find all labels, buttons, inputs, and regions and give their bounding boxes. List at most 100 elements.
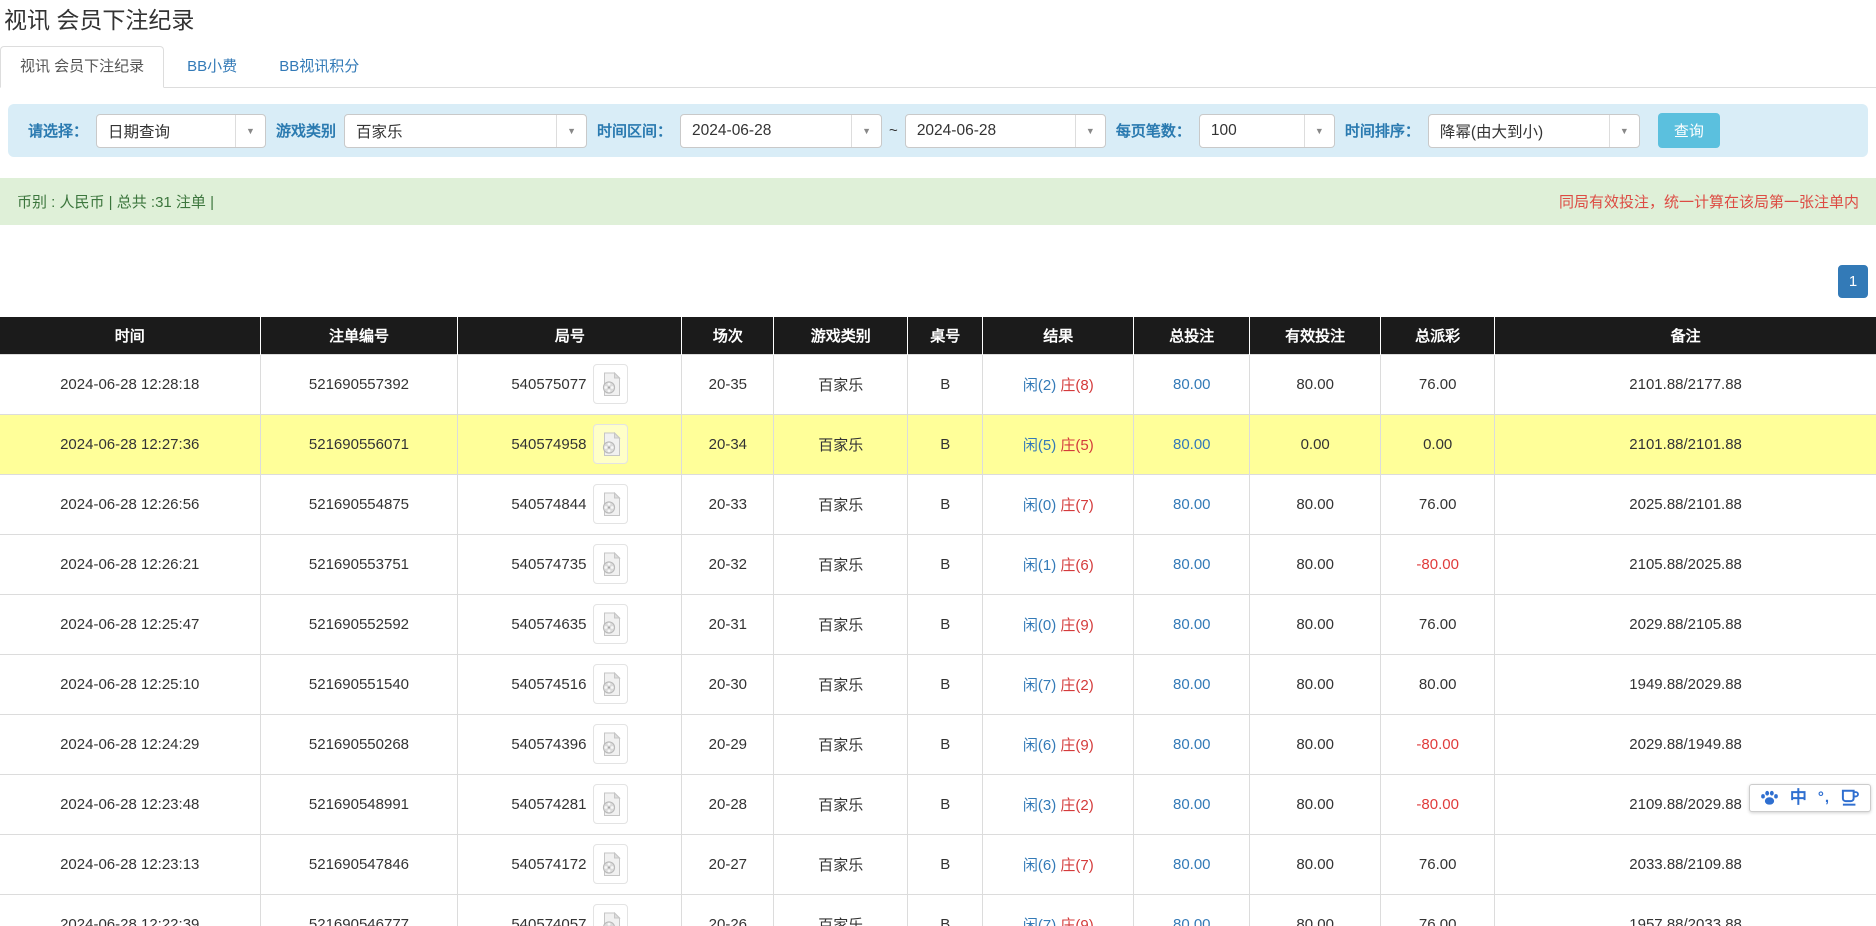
video-replay-button[interactable] bbox=[593, 544, 628, 584]
video-replay-button[interactable] bbox=[593, 604, 628, 644]
round-id-cell: 540574844 bbox=[458, 474, 682, 534]
total-bet-cell: 80.00 bbox=[1134, 894, 1250, 926]
result-banker-value: 庄(7) bbox=[1060, 497, 1093, 514]
table-body: 2024-06-28 12:28:18 521690557392 5405750… bbox=[0, 354, 1876, 926]
total-bet-cell: 80.00 bbox=[1134, 414, 1250, 474]
video-replay-button[interactable] bbox=[593, 904, 628, 926]
remark-value: 2105.88/2025.88 bbox=[1629, 556, 1742, 573]
result-player-value: 闲(3) bbox=[1023, 797, 1056, 814]
session-cell: 20-34 bbox=[682, 414, 774, 474]
copy-cup-icon[interactable] bbox=[1841, 789, 1860, 806]
total-bet-link[interactable]: 80.00 bbox=[1173, 376, 1211, 393]
video-replay-button[interactable] bbox=[593, 484, 628, 524]
tab-bb-video-points[interactable]: BB视讯积分 bbox=[260, 47, 378, 87]
game-type-select[interactable]: 百家乐 ▼ bbox=[344, 114, 587, 148]
result-banker-value: 庄(5) bbox=[1060, 437, 1093, 454]
round-id-value: 540574281 bbox=[511, 796, 586, 813]
table-no-cell: B bbox=[908, 534, 983, 594]
time-cell: 2024-06-28 12:27:36 bbox=[0, 414, 260, 474]
remark-cell: 2033.88/2109.88 bbox=[1495, 834, 1876, 894]
col-round-id: 局号 bbox=[458, 317, 682, 354]
tab-bb-tips[interactable]: BB小费 bbox=[168, 47, 256, 87]
film-document-icon bbox=[601, 552, 621, 577]
film-document-icon bbox=[601, 912, 621, 926]
video-replay-button[interactable] bbox=[593, 424, 628, 464]
date-to-select[interactable]: 2024-06-28 ▼ bbox=[905, 114, 1106, 148]
game-type-cell: 百家乐 bbox=[774, 834, 908, 894]
result-banker-value: 庄(9) bbox=[1060, 617, 1093, 634]
film-document-icon bbox=[601, 432, 621, 457]
table-row: 2024-06-28 12:27:36 521690556071 5405749… bbox=[0, 414, 1876, 474]
valid-bet-cell: 80.00 bbox=[1250, 714, 1381, 774]
quote-icon[interactable]: °, bbox=[1818, 789, 1830, 807]
chevron-down-icon: ▼ bbox=[235, 115, 265, 147]
film-document-icon bbox=[601, 672, 621, 697]
result-player-value: 闲(0) bbox=[1023, 497, 1056, 514]
video-replay-button[interactable] bbox=[593, 784, 628, 824]
total-bet-link[interactable]: 80.00 bbox=[1173, 436, 1211, 453]
table-no-cell: B bbox=[908, 774, 983, 834]
remark-value: 2029.88/2105.88 bbox=[1629, 616, 1742, 633]
result-player-value: 闲(7) bbox=[1023, 917, 1056, 926]
game-type-cell: 百家乐 bbox=[774, 534, 908, 594]
session-cell: 20-32 bbox=[682, 534, 774, 594]
date-from-select[interactable]: 2024-06-28 ▼ bbox=[680, 114, 882, 148]
remark-cell: 2101.88/2177.88 bbox=[1495, 354, 1876, 414]
time-cell: 2024-06-28 12:24:29 bbox=[0, 714, 260, 774]
time-cell: 2024-06-28 12:26:21 bbox=[0, 534, 260, 594]
query-type-select[interactable]: 日期查询 ▼ bbox=[96, 114, 266, 148]
total-bet-link[interactable]: 80.00 bbox=[1173, 916, 1211, 926]
time-cell: 2024-06-28 12:23:48 bbox=[0, 774, 260, 834]
remark-cell: 1957.88/2033.88 bbox=[1495, 894, 1876, 926]
total-bet-link[interactable]: 80.00 bbox=[1173, 856, 1211, 873]
video-replay-button[interactable] bbox=[593, 844, 628, 884]
round-id-cell: 540574516 bbox=[458, 654, 682, 714]
table-no-cell: B bbox=[908, 714, 983, 774]
payout-cell: 76.00 bbox=[1381, 894, 1495, 926]
total-bet-link[interactable]: 80.00 bbox=[1173, 616, 1211, 633]
payout-cell: 76.00 bbox=[1381, 594, 1495, 654]
valid-bet-cell: 80.00 bbox=[1250, 534, 1381, 594]
round-id-value: 540574635 bbox=[511, 616, 586, 633]
remark-value: 2033.88/2109.88 bbox=[1629, 856, 1742, 873]
time-range-label: 时间区间： bbox=[597, 120, 672, 141]
total-bet-link[interactable]: 80.00 bbox=[1173, 796, 1211, 813]
film-document-icon bbox=[601, 372, 621, 397]
query-button[interactable]: 查询 bbox=[1658, 113, 1720, 148]
round-id-cell: 540574057 bbox=[458, 894, 682, 926]
bet-id-cell: 521690553751 bbox=[260, 534, 458, 594]
payout-cell: 80.00 bbox=[1381, 654, 1495, 714]
col-table-no: 桌号 bbox=[908, 317, 983, 354]
result-player-value: 闲(0) bbox=[1023, 617, 1056, 634]
per-page-select[interactable]: 100 ▼ bbox=[1199, 114, 1335, 148]
betting-records-table: 时间 注单编号 局号 场次 游戏类别 桌号 结果 总投注 有效投注 总派彩 备注… bbox=[0, 317, 1876, 926]
page-1-button[interactable]: 1 bbox=[1838, 265, 1868, 298]
result-player-value: 闲(1) bbox=[1023, 557, 1056, 574]
col-payout: 总派彩 bbox=[1381, 317, 1495, 354]
tab-video-betting-records[interactable]: 视讯 会员下注纪录 bbox=[0, 46, 164, 88]
result-banker-value: 庄(6) bbox=[1060, 557, 1093, 574]
total-bet-link[interactable]: 80.00 bbox=[1173, 496, 1211, 513]
total-bet-cell: 80.00 bbox=[1134, 774, 1250, 834]
bet-id-cell: 521690556071 bbox=[260, 414, 458, 474]
total-bet-link[interactable]: 80.00 bbox=[1173, 556, 1211, 573]
video-replay-button[interactable] bbox=[593, 724, 628, 764]
date-to-value: 2024-06-28 bbox=[906, 122, 996, 140]
remark-cell: 2029.88/2105.88 bbox=[1495, 594, 1876, 654]
total-bet-link[interactable]: 80.00 bbox=[1173, 736, 1211, 753]
chevron-down-icon: ▼ bbox=[556, 115, 586, 147]
total-bet-cell: 80.00 bbox=[1134, 534, 1250, 594]
round-id-value: 540574516 bbox=[511, 676, 586, 693]
total-bet-link[interactable]: 80.00 bbox=[1173, 676, 1211, 693]
time-sort-select[interactable]: 降幂(由大到小) ▼ bbox=[1428, 114, 1640, 148]
remark-value: 2029.88/1949.88 bbox=[1629, 736, 1742, 753]
paw-icon[interactable] bbox=[1760, 789, 1779, 806]
result-cell: 闲(0) 庄(7) bbox=[983, 474, 1134, 534]
table-row: 2024-06-28 12:25:47 521690552592 5405746… bbox=[0, 594, 1876, 654]
round-id-value: 540574844 bbox=[511, 496, 586, 513]
session-cell: 20-33 bbox=[682, 474, 774, 534]
video-replay-button[interactable] bbox=[593, 664, 628, 704]
translate-icon[interactable]: 中 bbox=[1790, 789, 1807, 807]
video-replay-button[interactable] bbox=[593, 364, 628, 404]
same-round-notice-text: 同局有效投注，统一计算在该局第一张注单内 bbox=[1559, 191, 1859, 212]
